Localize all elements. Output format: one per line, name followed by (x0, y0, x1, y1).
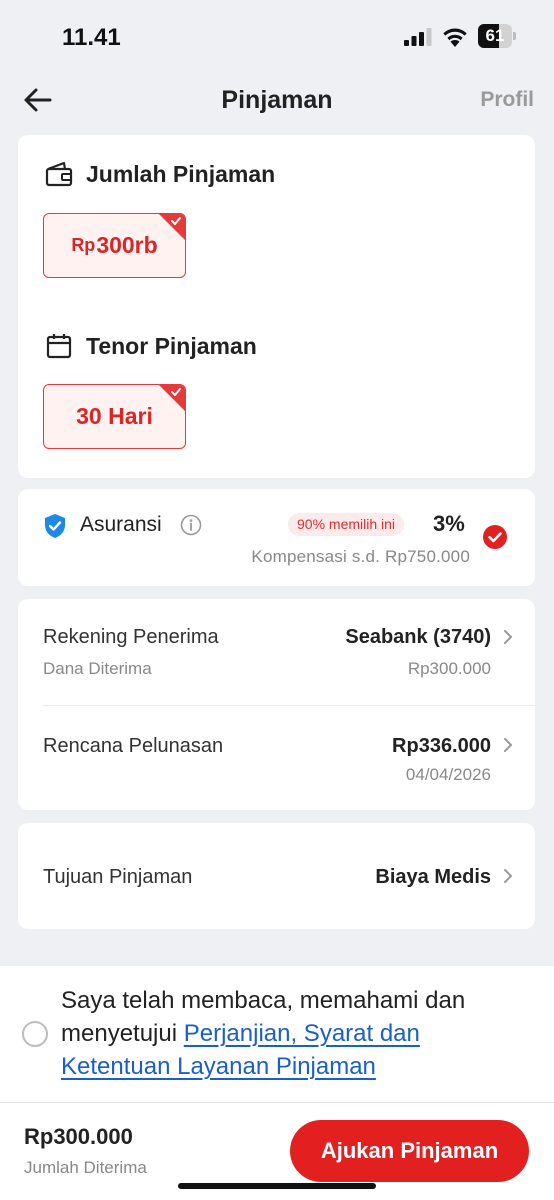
info-icon[interactable] (180, 514, 202, 536)
tenor-section-title: Tenor Pinjaman (44, 331, 257, 361)
loan-amount-section-title: Jumlah Pinjaman (44, 159, 275, 189)
wifi-icon (443, 28, 467, 47)
purpose-value: Biaya Medis (375, 866, 491, 888)
recipient-label: Rekening Penerima (43, 626, 219, 648)
insurance-card[interactable]: Asuransi 90% memilih ini 3% Kompensasi s… (18, 489, 535, 586)
loan-options-card: Jumlah Pinjaman Rp 300rb Tenor Pinjaman … (18, 135, 535, 478)
loan-purpose-card[interactable]: Tujuan Pinjaman Biaya Medis (18, 823, 535, 929)
submit-loan-button[interactable]: Ajukan Pinjaman (290, 1120, 529, 1182)
battery-icon: 61 (478, 24, 516, 48)
loan-amount-value: 300rb (96, 232, 158, 258)
chevron-right-icon (504, 869, 512, 883)
loan-amount-option-selected[interactable]: Rp 300rb (43, 213, 186, 278)
received-funds-label: Dana Diterima (43, 659, 152, 678)
recipient-account: Seabank (3740) (345, 626, 491, 648)
selected-check-icon (171, 388, 181, 396)
popular-badge: 90% memilih ini (288, 513, 405, 536)
status-bar: 11.41 61 (0, 0, 554, 75)
repayment-date: 04/04/2026 (405, 765, 491, 784)
agreement-radio[interactable] (22, 1021, 48, 1047)
loan-details-card: Rekening Penerima Dana Diterima Seabank … (18, 599, 535, 810)
purpose-label: Tujuan Pinjaman (43, 866, 193, 888)
tenor-title: Tenor Pinjaman (86, 332, 257, 359)
total-received-amount: Rp300.000 (24, 1124, 133, 1149)
divider (43, 705, 535, 706)
tenor-option-selected[interactable]: 30 Hari (43, 384, 186, 449)
chevron-right-icon (504, 738, 512, 752)
insurance-compensation: Kompensasi s.d. Rp750.000 (251, 547, 470, 566)
home-indicator (178, 1183, 376, 1189)
total-received-label: Jumlah Diterima (24, 1158, 147, 1177)
profile-link[interactable]: Profil (480, 88, 534, 112)
tenor-value: 30 Hari (76, 403, 153, 429)
loan-amount-title: Jumlah Pinjaman (86, 160, 276, 187)
nav-bar: Pinjaman Profil (0, 75, 554, 125)
repayment-label: Rencana Pelunasan (43, 735, 224, 757)
agreement-text: Saya telah membaca, memahami dan menyetu… (61, 984, 531, 1083)
footer-divider (0, 1102, 554, 1103)
battery-percentage: 61 (485, 26, 505, 45)
loan-amount-prefix: Rp (71, 235, 96, 255)
page-title: Pinjaman (221, 86, 333, 114)
chevron-right-icon (504, 630, 512, 644)
check-circle-icon[interactable] (482, 524, 508, 550)
repayment-amount: Rp336.000 (392, 735, 491, 757)
wallet-icon (45, 161, 73, 187)
cellular-signal-icon (404, 28, 432, 46)
calendar-icon (46, 334, 72, 359)
insurance-label: Asuransi (80, 513, 162, 536)
insurance-rate: 3% (433, 511, 465, 536)
received-funds-value: Rp300.000 (407, 659, 491, 678)
status-time: 11.41 (62, 24, 121, 51)
selected-check-icon (171, 217, 181, 225)
shield-check-icon (45, 514, 65, 538)
